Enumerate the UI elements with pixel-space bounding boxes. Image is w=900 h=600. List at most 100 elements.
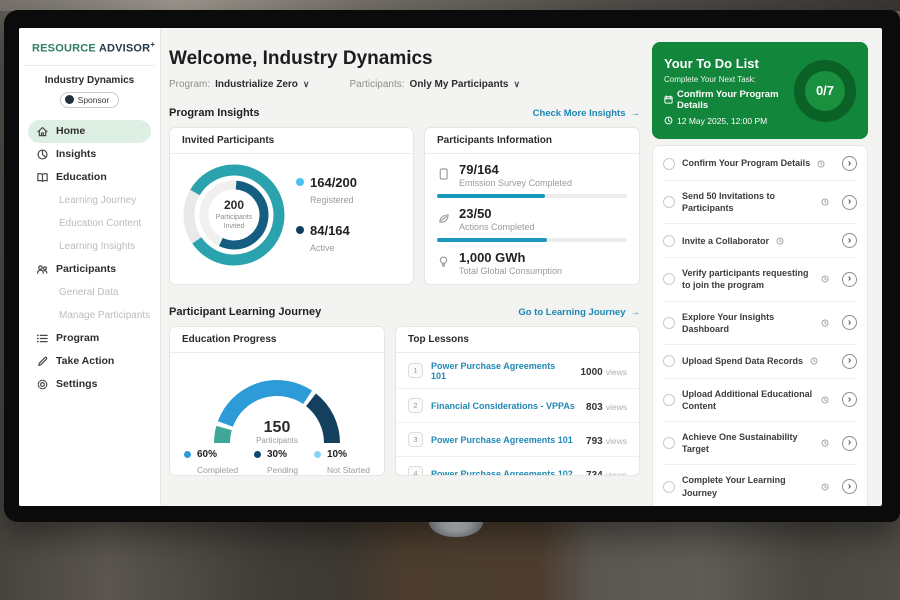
- card-title: Invited Participants: [170, 128, 413, 154]
- task-row[interactable]: Upload Additional Educational Content ›: [663, 379, 857, 422]
- app-logo: RESOURCE ADVISOR+: [28, 40, 151, 55]
- emission-progress-track: [437, 194, 627, 198]
- sidebar-item-settings[interactable]: Settings: [28, 373, 151, 396]
- sidebar-item-learning-journey[interactable]: Learning Journey: [28, 189, 151, 212]
- lesson-link[interactable]: Power Purchase Agreements 101: [431, 361, 572, 381]
- clipboard-icon: [437, 167, 450, 186]
- task-checkbox[interactable]: [663, 196, 675, 208]
- pending-value: 30%: [267, 449, 287, 460]
- sidebar-item-insights[interactable]: Insights: [28, 143, 151, 166]
- sidebar-item-label: Home: [56, 125, 85, 137]
- learning-cards-row: Education Progress 150 Participants: [169, 326, 640, 476]
- clock-icon: [821, 483, 829, 491]
- task-label: Send 50 Invitations to Participants: [682, 190, 814, 214]
- not-started-label: Not Started: [327, 465, 370, 475]
- sidebar-item-home[interactable]: Home: [28, 120, 151, 143]
- actions-progress-track: [437, 238, 627, 242]
- task-checkbox[interactable]: [663, 481, 675, 493]
- task-row[interactable]: Verify participants requesting to join t…: [663, 258, 857, 301]
- clock-icon: [821, 319, 829, 327]
- lesson-link[interactable]: Power Purchase Agreements 101: [431, 435, 578, 445]
- task-label: Confirm Your Program Details: [682, 157, 810, 169]
- task-label: Invite a Collaborator: [682, 235, 769, 247]
- sidebar-item-learning-insights[interactable]: Learning Insights: [28, 235, 151, 258]
- sidebar-item-take-action[interactable]: Take Action: [28, 350, 151, 373]
- participants-filter[interactable]: Participants: Only My Participants ∨: [350, 79, 521, 90]
- main-content: Welcome, Industry Dynamics Program: Indu…: [161, 28, 652, 506]
- views-count: 1000: [580, 367, 602, 378]
- logo-plus: +: [150, 40, 155, 49]
- book-icon: [36, 171, 49, 184]
- task-label: Upload Spend Data Records: [682, 355, 803, 367]
- legend-registered: 164/200 Registered: [296, 175, 357, 208]
- task-row[interactable]: Explore Your Insights Dashboard ›: [663, 302, 857, 345]
- views-suffix: views: [606, 470, 627, 477]
- sidebar-item-education-content[interactable]: Education Content: [28, 212, 151, 235]
- legend-active: 84/164 Active: [296, 223, 357, 256]
- card-title: Top Lessons: [396, 327, 639, 353]
- lesson-link[interactable]: Power Purchase Agreements 102: [431, 469, 578, 477]
- completed-value: 60%: [197, 449, 217, 460]
- sidebar-item-manage-participants[interactable]: Manage Participants: [28, 304, 151, 327]
- task-checkbox[interactable]: [663, 355, 675, 367]
- task-open-button[interactable]: ›: [842, 315, 857, 330]
- task-open-button[interactable]: ›: [842, 392, 857, 407]
- task-label: Achieve One Sustainability Target: [682, 431, 814, 455]
- donut-legend: 164/200 Registered 84/164 Active: [296, 175, 357, 256]
- logo-text-primary: RESOURCE: [32, 43, 96, 55]
- task-open-button[interactable]: ›: [842, 195, 857, 210]
- logo-text-secondary: ADVISOR: [99, 43, 151, 55]
- check-more-insights-link[interactable]: Check More Insights →: [533, 108, 640, 119]
- completed-dot: [184, 451, 191, 458]
- sidebar-item-participants[interactable]: Participants: [28, 258, 151, 281]
- task-row[interactable]: Invite a Collaborator ›: [663, 224, 857, 258]
- task-checkbox[interactable]: [663, 158, 675, 170]
- program-filter[interactable]: Program: Industrialize Zero ∨: [169, 79, 310, 90]
- task-open-button[interactable]: ›: [842, 156, 857, 171]
- sidebar-item-label: Take Action: [56, 355, 114, 367]
- task-row[interactable]: Upload Spend Data Records ›: [663, 345, 857, 379]
- task-checkbox[interactable]: [663, 235, 675, 247]
- task-open-button[interactable]: ›: [842, 233, 857, 248]
- sidebar-item-program[interactable]: Program: [28, 327, 151, 350]
- stat-value: 79/164: [459, 163, 572, 178]
- task-row[interactable]: Send 50 Invitations to Participants ›: [663, 181, 857, 224]
- task-checkbox[interactable]: [663, 273, 675, 285]
- task-row[interactable]: Complete Your Learning Journey ›: [663, 465, 857, 506]
- education-card-body: 150 Participants 60%: [170, 357, 384, 476]
- task-open-button[interactable]: ›: [842, 479, 857, 494]
- lesson-link[interactable]: Financial Considerations - VPPAs: [431, 401, 578, 411]
- lessons-list: 1 Power Purchase Agreements 101 1000view…: [396, 353, 639, 476]
- clock-icon: [821, 396, 829, 404]
- registered-label: Registered: [310, 195, 354, 205]
- page-title: Welcome, Industry Dynamics: [169, 48, 640, 70]
- people-icon: [36, 263, 49, 276]
- task-row[interactable]: Achieve One Sustainability Target ›: [663, 422, 857, 465]
- task-checkbox[interactable]: [663, 317, 675, 329]
- go-to-learning-journey-link[interactable]: Go to Learning Journey →: [518, 307, 640, 318]
- task-open-button[interactable]: ›: [842, 272, 857, 287]
- task-checkbox[interactable]: [663, 437, 675, 449]
- sidebar-item-label: Learning Journey: [59, 195, 136, 206]
- bulb-icon: [437, 255, 450, 275]
- task-label: Complete Your Learning Journey: [682, 474, 814, 498]
- task-open-button[interactable]: ›: [842, 436, 857, 451]
- monitor-stand: [429, 522, 483, 537]
- task-open-button[interactable]: ›: [842, 354, 857, 369]
- todo-next-task[interactable]: Confirm Your Program Details: [664, 89, 794, 111]
- todo-progress-value: 0/7: [816, 83, 834, 98]
- pending-label: Pending: [267, 465, 298, 475]
- views-count: 734: [586, 470, 603, 477]
- participants-filter-value: Only My Participants: [410, 79, 509, 90]
- sidebar-item-education[interactable]: Education: [28, 166, 151, 189]
- invited-label: Participants: [216, 213, 253, 222]
- info-card-body: 79/164 Emission Survey Completed: [425, 154, 639, 276]
- todo-due-label: 12 May 2025, 12:00 PM: [677, 116, 767, 126]
- task-row[interactable]: Confirm Your Program Details ›: [663, 147, 857, 181]
- task-checkbox[interactable]: [663, 394, 675, 406]
- dashboard-screen: RESOURCE ADVISOR+ Industry Dynamics Spon…: [19, 28, 882, 506]
- registered-dot: [296, 178, 304, 186]
- views-suffix: views: [606, 367, 627, 377]
- calendar-icon: [664, 95, 673, 104]
- sidebar-item-general-data[interactable]: General Data: [28, 281, 151, 304]
